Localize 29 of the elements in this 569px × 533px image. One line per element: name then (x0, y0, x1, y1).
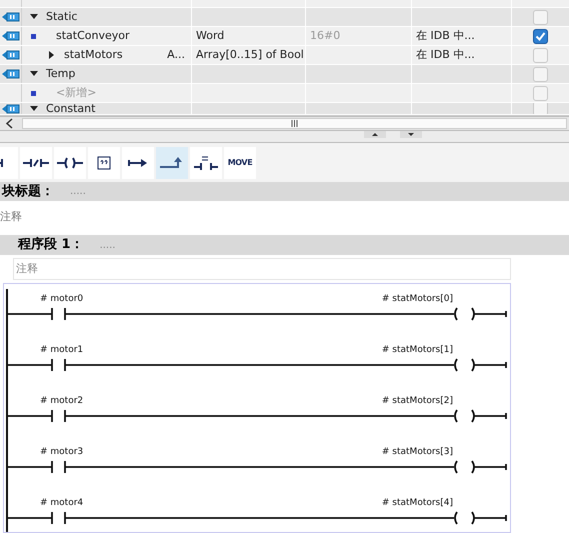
retain-value: 在 IDB 中... (416, 28, 475, 44)
data-type: Word (196, 28, 224, 44)
contact-label: # motor2 (40, 394, 84, 408)
block-comment: 注释 (0, 210, 22, 223)
block-title: 块标题： (2, 182, 54, 201)
contact-label: # motor4 (40, 496, 84, 510)
retain-value: 在 IDB 中... (416, 46, 475, 63)
variable-name: statConveyor (56, 30, 130, 42)
section-name: Temp (46, 68, 76, 80)
network-comment-field[interactable]: 注释 (13, 258, 511, 280)
variable-name: statMotors (64, 49, 123, 61)
data-type: Array[0..15] of Bool (196, 46, 304, 63)
network-title: 程序段 1： (18, 236, 84, 254)
coil-label: # statMotors[4] (382, 496, 453, 510)
move-button[interactable]: MOVE (224, 146, 256, 178)
title-field[interactable]: ..... (98, 238, 118, 252)
default-value: 16#0 (310, 28, 340, 44)
comment-text: A... (167, 49, 185, 61)
add-entry[interactable]: <新增> (56, 87, 96, 99)
title-field[interactable]: ..... (68, 184, 88, 199)
section-name: Static (46, 11, 78, 23)
coil-label: # statMotors[2] (382, 394, 453, 408)
coil-label: # statMotors[1] (382, 344, 453, 356)
contact-label: # motor3 (40, 446, 84, 458)
section-name: Constant (46, 103, 96, 114)
coil-label: # statMotors[3] (382, 446, 453, 458)
contact-label: # motor0 (40, 292, 84, 306)
contact-label: # motor1 (40, 344, 84, 356)
coil-label: # statMotors[0] (382, 292, 453, 306)
